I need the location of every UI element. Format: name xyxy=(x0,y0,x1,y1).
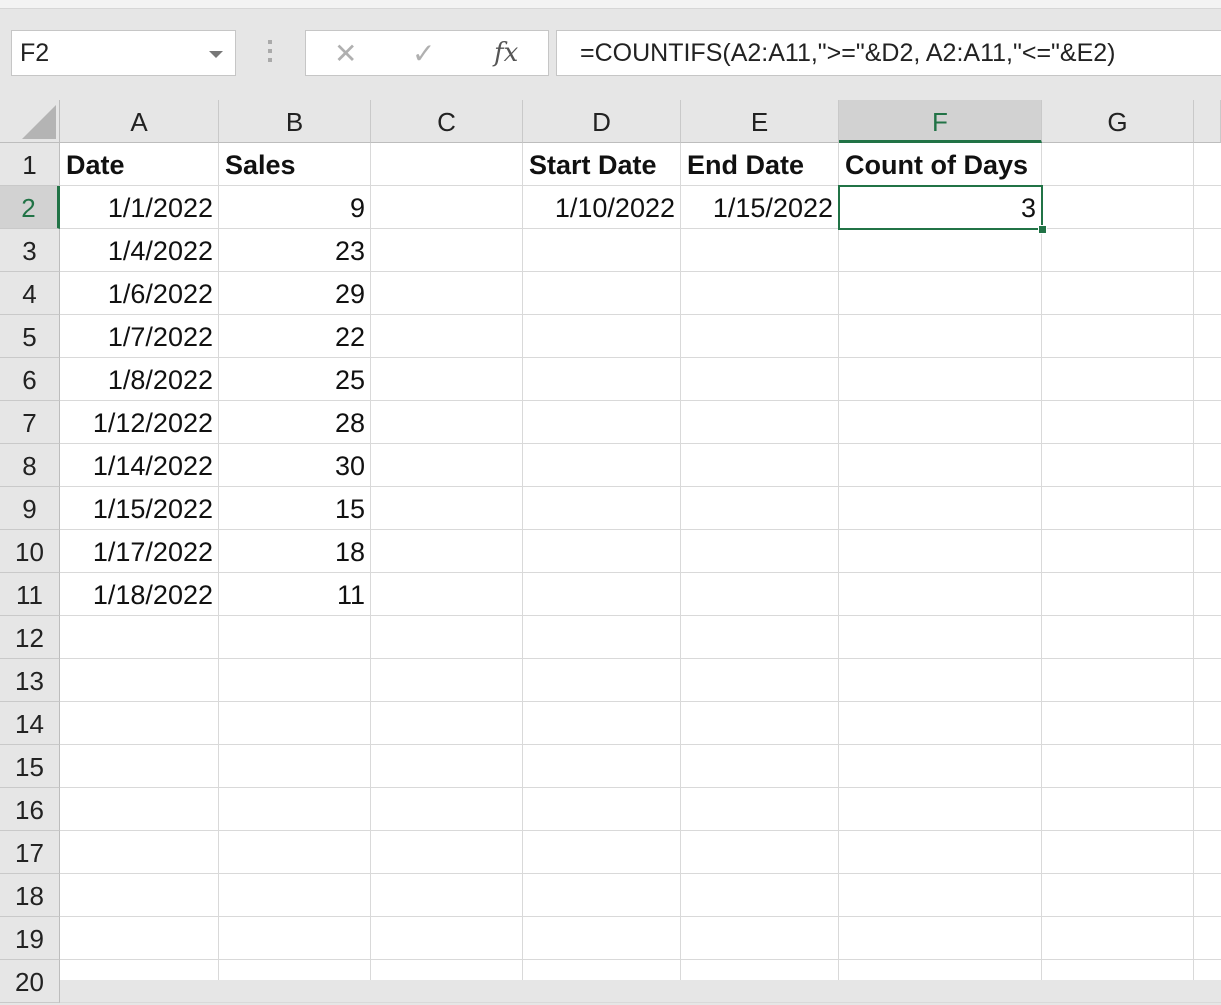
sales-cell[interactable]: 15 xyxy=(219,487,371,530)
gridline xyxy=(680,143,681,980)
header-end-date[interactable]: End Date xyxy=(681,143,839,186)
row-header-20[interactable]: 20 xyxy=(0,960,60,1003)
header-start-date[interactable]: Start Date xyxy=(523,143,681,186)
row-header-10[interactable]: 10 xyxy=(0,530,60,573)
date-cell[interactable]: 1/1/2022 xyxy=(60,186,219,229)
check-icon[interactable]: ✓ xyxy=(412,37,435,70)
formula-input[interactable]: =COUNTIFS(A2:A11,">="&D2, A2:A11,"<="&E2… xyxy=(556,30,1221,76)
row-header-8[interactable]: 8 xyxy=(0,444,60,487)
date-cell[interactable]: 1/17/2022 xyxy=(60,530,219,573)
sales-cell[interactable]: 22 xyxy=(219,315,371,358)
date-cell[interactable]: 1/15/2022 xyxy=(60,487,219,530)
row-header-4[interactable]: 4 xyxy=(0,272,60,315)
column-header-c[interactable]: C xyxy=(371,100,523,143)
date-cell[interactable]: 1/18/2022 xyxy=(60,573,219,616)
row-header-2[interactable]: 2 xyxy=(0,186,60,229)
gridline xyxy=(60,873,1221,874)
row-header-1[interactable]: 1 xyxy=(0,143,60,186)
column-header-g[interactable]: G xyxy=(1042,100,1194,143)
row-header-16[interactable]: 16 xyxy=(0,788,60,831)
formula-text: =COUNTIFS(A2:A11,">="&D2, A2:A11,"<="&E2… xyxy=(580,39,1116,67)
start-date-cell[interactable]: 1/10/2022 xyxy=(523,186,681,229)
gridline xyxy=(60,916,1221,917)
fx-icon[interactable]: fx xyxy=(494,38,518,68)
date-cell[interactable]: 1/14/2022 xyxy=(60,444,219,487)
formula-bar-resize-handle[interactable] xyxy=(268,40,272,67)
close-icon[interactable]: ✕ xyxy=(334,37,357,70)
sales-cell[interactable]: 30 xyxy=(219,444,371,487)
gridline xyxy=(60,1002,1221,1003)
sales-cell[interactable]: 11 xyxy=(219,573,371,616)
row-header-14[interactable]: 14 xyxy=(0,702,60,745)
formula-buttons: ✕ ✓ fx xyxy=(305,30,549,76)
sales-cell[interactable]: 23 xyxy=(219,229,371,272)
chevron-down-icon[interactable] xyxy=(209,51,223,58)
row-header-9[interactable]: 9 xyxy=(0,487,60,530)
column-header-b[interactable]: B xyxy=(219,100,371,143)
spreadsheet-grid[interactable]: A B C D E F G 1 2 3 4 5 6 7 8 9 10 11 12 13 14 15 16 17 18 19 20 Da… xyxy=(0,100,1221,1003)
row-header-18[interactable]: 18 xyxy=(0,874,60,917)
header-sales[interactable]: Sales xyxy=(219,143,371,186)
header-date[interactable]: Date xyxy=(60,143,219,186)
row-header-7[interactable]: 7 xyxy=(0,401,60,444)
gridline xyxy=(838,143,839,980)
row-header-17[interactable]: 17 xyxy=(0,831,60,874)
gridline xyxy=(1193,143,1194,980)
header-count-of-days[interactable]: Count of Days xyxy=(839,143,1042,186)
row-header-6[interactable]: 6 xyxy=(0,358,60,401)
date-cell[interactable]: 1/6/2022 xyxy=(60,272,219,315)
gridline xyxy=(1041,143,1042,980)
column-header-e[interactable]: E xyxy=(681,100,839,143)
gridline xyxy=(60,959,1221,960)
name-box-value: F2 xyxy=(20,39,50,67)
row-header-12[interactable]: 12 xyxy=(0,616,60,659)
column-header-next[interactable] xyxy=(1194,100,1221,143)
name-box[interactable]: F2 xyxy=(11,30,236,76)
date-cell[interactable]: 1/8/2022 xyxy=(60,358,219,401)
end-date-cell[interactable]: 1/15/2022 xyxy=(681,186,839,229)
gridline xyxy=(522,143,523,980)
sales-cell[interactable]: 9 xyxy=(219,186,371,229)
column-header-d[interactable]: D xyxy=(523,100,681,143)
sales-cell[interactable]: 18 xyxy=(219,530,371,573)
column-header-f[interactable]: F xyxy=(839,100,1042,143)
row-header-5[interactable]: 5 xyxy=(0,315,60,358)
gridline xyxy=(60,744,1221,745)
column-header-a[interactable]: A xyxy=(60,100,219,143)
selected-cell-outline xyxy=(838,185,1043,230)
sales-cell[interactable]: 29 xyxy=(219,272,371,315)
row-header-19[interactable]: 19 xyxy=(0,917,60,960)
row-header-15[interactable]: 15 xyxy=(0,745,60,788)
date-cell[interactable]: 1/7/2022 xyxy=(60,315,219,358)
gridline xyxy=(60,830,1221,831)
date-cell[interactable]: 1/12/2022 xyxy=(60,401,219,444)
gridline xyxy=(60,787,1221,788)
gridline xyxy=(60,658,1221,659)
row-header-3[interactable]: 3 xyxy=(0,229,60,272)
date-cell[interactable]: 1/4/2022 xyxy=(60,229,219,272)
fill-handle[interactable] xyxy=(1038,225,1047,234)
sales-cell[interactable]: 28 xyxy=(219,401,371,444)
select-all-button[interactable] xyxy=(0,100,60,143)
row-header-11[interactable]: 11 xyxy=(0,573,60,616)
gridline xyxy=(60,701,1221,702)
sales-cell[interactable]: 25 xyxy=(219,358,371,401)
row-header-13[interactable]: 13 xyxy=(0,659,60,702)
ribbon-edge xyxy=(0,0,1221,9)
